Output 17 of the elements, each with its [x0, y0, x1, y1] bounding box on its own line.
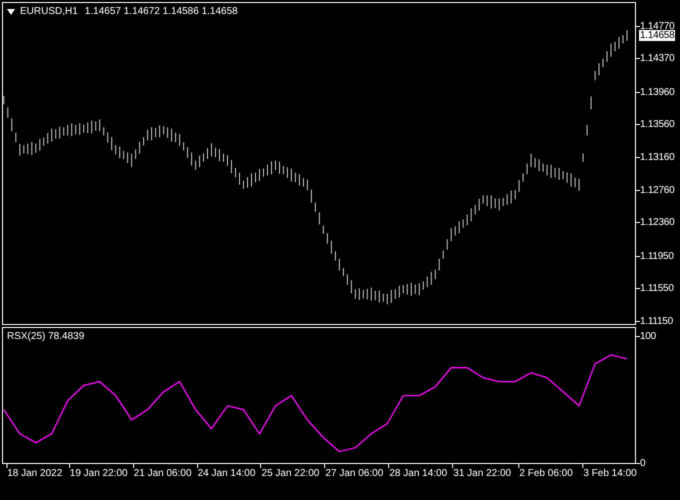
axis-label: 1.13960	[640, 86, 674, 98]
axis-label: 1.11950	[640, 250, 674, 262]
axis-label: 1.14370	[640, 53, 674, 64]
axis-label: 1.14770	[640, 20, 674, 32]
ohlc-values: 1.14657 1.14672 1.14586 1.14658	[84, 6, 238, 18]
axis-label: 1.11150	[640, 316, 673, 327]
axis-label: 1.13560	[640, 119, 674, 130]
axis-label: 1.12760	[640, 184, 674, 196]
axis-label: 1.11550	[640, 283, 674, 294]
symbol-label: EURUSD,H1	[20, 6, 78, 18]
axis-label: 100	[640, 330, 656, 342]
current-price-label: 1.14658	[639, 30, 676, 41]
indicator-label: RSX(25) 78.4839	[7, 331, 84, 343]
dropdown-triangle-icon[interactable]	[7, 9, 15, 15]
axis-label: 1.12360	[640, 217, 674, 228]
axis-label: 1.13160	[640, 152, 674, 164]
axis-label: 0	[640, 458, 646, 469]
